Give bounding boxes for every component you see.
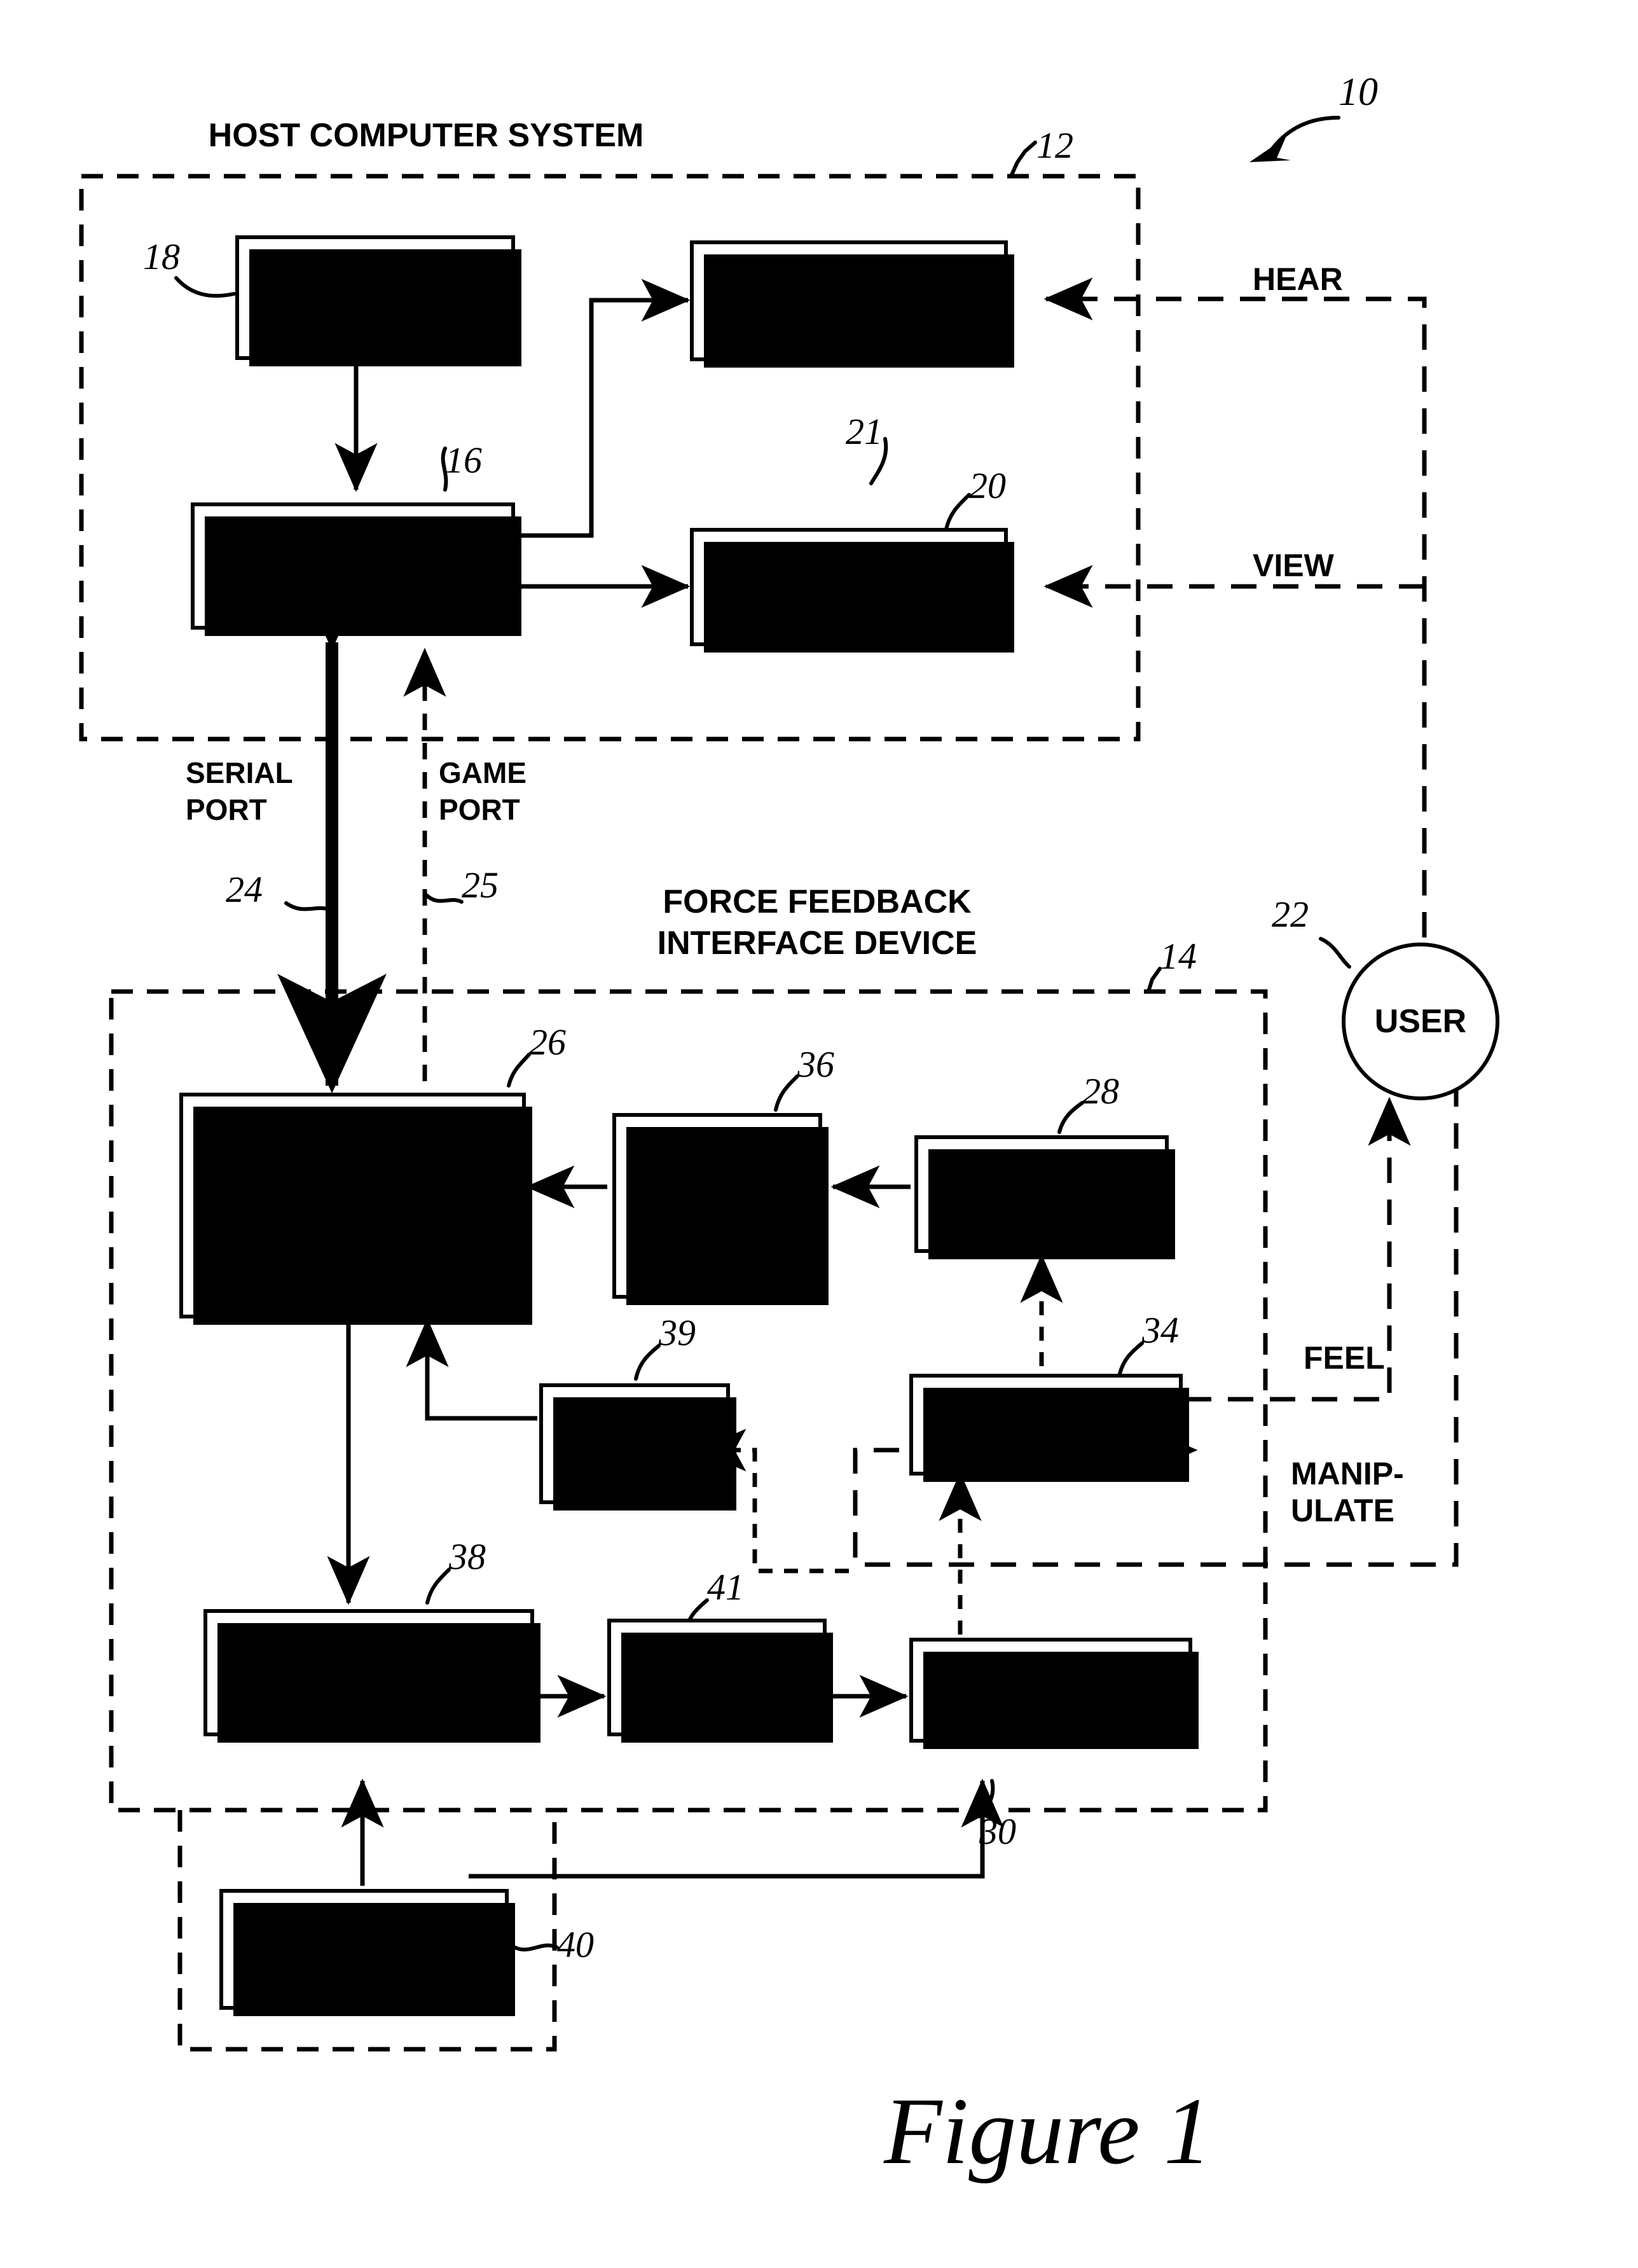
- ref-numeral-34: 34: [1142, 1310, 1179, 1351]
- label-manipulate-line2: ULATE: [1291, 1493, 1394, 1528]
- box-actuator-if-line-1: INTERFACE: [277, 1673, 460, 1708]
- label-feel: FEEL: [1304, 1340, 1385, 1376]
- box-host-processor-line-0: HOST: [306, 529, 400, 566]
- line-host-processor-to-audio: [515, 279, 691, 538]
- box-actuators-line-0: ACTUATORS: [947, 1671, 1155, 1709]
- box-host-processor[interactable]: HOST PROCESSOR: [191, 502, 521, 636]
- box-other-input-line-0: OTHER: [578, 1408, 691, 1444]
- ref-numeral-18: 18: [143, 236, 180, 277]
- ref-numeral-25: 25: [462, 864, 499, 906]
- ref-numeral-39: 39: [659, 1312, 696, 1353]
- box-sensors[interactable]: SENSORS: [914, 1135, 1175, 1259]
- label-view: VIEW: [1253, 548, 1334, 583]
- line-other-input-to-micro: [406, 1318, 537, 1421]
- box-display-device[interactable]: DISPLAY DEVICE: [690, 528, 1014, 653]
- box-safety-line-1: SWITCH: [653, 1677, 781, 1713]
- box-safety-switch[interactable]: SAFETY SWITCH: [607, 1619, 833, 1743]
- figure-caption: Figure 1: [884, 2078, 1212, 2184]
- box-micro-line-2: PROCESSOR: [245, 1224, 460, 1261]
- serial-port-label-line1: SERIAL: [186, 756, 293, 789]
- ref-numeral-41: 41: [707, 1566, 744, 1608]
- box-sensor-if-line-1: INTER-: [663, 1188, 771, 1224]
- box-power-line-0: POWER: [301, 1912, 427, 1949]
- node-user-label: USER: [1374, 1003, 1467, 1040]
- patent-figure-sheet: HOST COMPUTER SYSTEM FORCE FEEDBACK INTE…: [0, 0, 1638, 2268]
- ref-numeral-10: 10: [1339, 71, 1378, 114]
- box-sensor-if-line-2: FACE: [674, 1224, 761, 1259]
- box-audio-output-device[interactable]: AUDIO OUT- PUT DEVICE: [690, 240, 1014, 368]
- box-audio-line-1: PUT DEVICE: [752, 301, 946, 336]
- box-micro-line-1: MICRO-: [291, 1187, 415, 1224]
- ref-numeral-24: 24: [226, 869, 263, 910]
- box-power-line-1: SUPPLY: [298, 1949, 430, 1986]
- device-title-line1: FORCE FEEDBACK: [663, 883, 972, 920]
- box-actuators[interactable]: ACTUATORS: [909, 1638, 1199, 1749]
- node-user[interactable]: USER: [1342, 943, 1499, 1100]
- box-display-line-1: DEVICE: [786, 587, 912, 624]
- box-system-clock[interactable]: SYSTEM CLOCK: [235, 235, 521, 366]
- label-hear: HEAR: [1253, 261, 1343, 297]
- box-system-clock-line-1: CLOCK: [315, 298, 435, 335]
- line-user-hear: [1043, 277, 1427, 979]
- ref-numeral-40: 40: [557, 1924, 594, 1965]
- ref-numeral-38: 38: [449, 1536, 486, 1577]
- game-port-label-line2: PORT: [439, 793, 520, 826]
- box-object[interactable]: OBJECT: [909, 1374, 1189, 1482]
- host-system-title: HOST COMPUTER SYSTEM: [208, 117, 644, 154]
- ref-numeral-28: 28: [1082, 1070, 1119, 1112]
- box-power-supply[interactable]: POWER SUPPLY: [219, 1889, 515, 2016]
- box-actuator-if-line-0: ACTUATOR: [280, 1637, 458, 1673]
- box-local-microprocessor[interactable]: LOCAL MICRO- PROCESSOR: [179, 1093, 532, 1325]
- box-micro-line-0: LOCAL: [294, 1150, 411, 1187]
- box-display-line-0: DISPLAY: [777, 550, 921, 587]
- ref-numeral-12: 12: [1036, 125, 1073, 166]
- box-host-processor-line-1: PROCESSOR: [245, 566, 460, 603]
- line-power-to-actuators: [469, 1778, 1004, 1879]
- ref-numeral-16: 16: [445, 439, 482, 481]
- box-audio-line-0: AUDIO OUT-: [754, 265, 944, 301]
- device-title-line2: INTERFACE DEVICE: [657, 925, 977, 962]
- ref-numeral-36: 36: [797, 1044, 834, 1085]
- box-other-input[interactable]: OTHER INPUT: [539, 1383, 736, 1511]
- ref-numeral-14: 14: [1160, 936, 1197, 977]
- ref-numeral-30: 30: [979, 1811, 1016, 1852]
- box-system-clock-line-0: SYSTEM: [306, 260, 444, 298]
- ref-numeral-21: 21: [846, 411, 883, 452]
- box-sensor-interface[interactable]: SENSOR INTER- FACE: [612, 1113, 829, 1305]
- box-safety-line-0: SAFETY: [653, 1642, 781, 1678]
- box-other-input-line-1: INPUT: [586, 1444, 684, 1479]
- ref-numeral-20: 20: [969, 465, 1006, 506]
- serial-port-label-line2: PORT: [186, 793, 267, 826]
- label-manipulate-line1: MANIP-: [1291, 1456, 1404, 1491]
- box-object-line-0: OBJECT: [978, 1406, 1114, 1443]
- ref-numeral-26: 26: [529, 1021, 566, 1063]
- box-actuator-interface[interactable]: ACTUATOR INTERFACE: [203, 1609, 540, 1743]
- box-sensors-line-0: SENSORS: [960, 1175, 1124, 1213]
- box-sensor-if-line-0: SENSOR: [649, 1152, 786, 1188]
- game-port-label-line1: GAME: [439, 756, 526, 789]
- ref-numeral-22: 22: [1272, 894, 1309, 935]
